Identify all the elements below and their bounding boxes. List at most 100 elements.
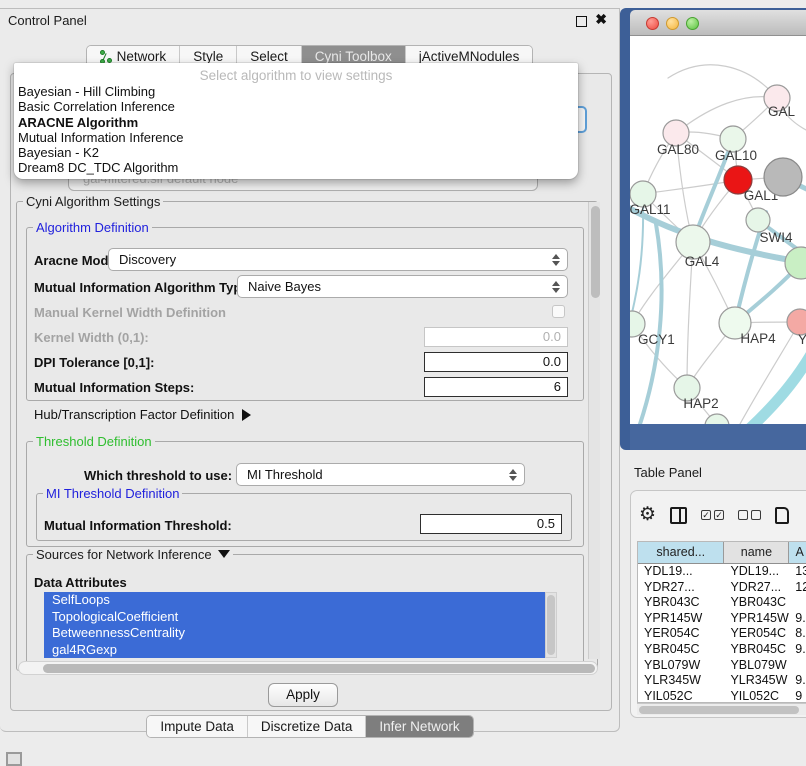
table-row[interactable]: YBR043CYBR043C: [638, 595, 806, 611]
which-threshold-combobox[interactable]: MI Threshold: [236, 463, 525, 486]
data-attributes-label: Data Attributes: [34, 575, 127, 590]
docked-panel-icon[interactable]: [6, 752, 22, 766]
close-window-icon[interactable]: [646, 17, 659, 30]
float-window-icon[interactable]: [576, 16, 587, 27]
combo-spinner-icon: [508, 468, 517, 482]
network-window-titlebar[interactable]: [630, 10, 806, 36]
node-label: HAP2: [683, 396, 718, 411]
column-header[interactable]: A: [789, 542, 806, 563]
table-cell: [789, 658, 806, 674]
network-canvas[interactable]: GALGAL80GAL10GAL1GAL11SWI4GAL4GCY1HAP4YH…: [630, 36, 806, 424]
table-row[interactable]: YER054CYER054C8.: [638, 626, 806, 642]
mi-threshold-field[interactable]: 0.5: [420, 514, 562, 534]
hub-definition-expander[interactable]: Hub/Transcription Factor Definition: [34, 407, 251, 422]
table-row[interactable]: YDR27...YDR27...12: [638, 580, 806, 596]
algorithm-option[interactable]: Basic Correlation Inference: [14, 99, 578, 114]
algorithm-option[interactable]: Bayesian - K2: [14, 145, 578, 160]
document-icon[interactable]: [775, 507, 789, 524]
control-panel-window: Control Panel ✖ NetworkStyleSelectCyni T…: [0, 8, 620, 732]
split-panes-icon[interactable]: [670, 507, 687, 524]
settings-group-title: Cyni Algorithm Settings: [23, 194, 163, 209]
tab-label: Style: [193, 49, 223, 64]
column-header[interactable]: shared...: [638, 542, 724, 563]
table-cell: YER054C: [724, 626, 789, 642]
which-threshold-label: Which threshold to use:: [84, 468, 232, 483]
manual-kernel-checkbox[interactable]: [552, 305, 565, 318]
table-row[interactable]: YPR145WYPR145W9.: [638, 611, 806, 627]
mi-type-combobox[interactable]: Naive Bayes: [237, 275, 568, 298]
threshold-definition-title: Threshold Definition: [33, 434, 155, 449]
table-header-row: shared...nameA: [638, 542, 806, 564]
table-cell: 9.: [789, 673, 806, 689]
column-header[interactable]: name: [724, 542, 789, 563]
data-attributes-list[interactable]: SelfLoopsTopologicalCoefficientBetweenne…: [44, 592, 545, 658]
manual-kernel-label: Manual Kernel Width Definition: [34, 305, 226, 320]
mi-steps-label: Mutual Information Steps:: [34, 380, 194, 395]
dpi-tolerance-field[interactable]: 0.0: [424, 352, 568, 372]
hub-definition-label: Hub/Transcription Factor Definition: [34, 407, 234, 422]
network-node-swi4[interactable]: [746, 208, 770, 232]
collapsed-arrow-icon: [242, 409, 251, 421]
apply-button[interactable]: Apply: [268, 683, 338, 707]
node-label: Y: [798, 332, 806, 347]
table-cell: YBL079W: [638, 658, 724, 674]
close-panel-icon[interactable]: ✖: [595, 11, 607, 28]
table-row[interactable]: YBL079WYBL079W: [638, 658, 806, 674]
mi-type-label: Mutual Information Algorithm Type:: [34, 280, 253, 295]
table-cell: YPR145W: [724, 611, 789, 627]
algorithm-definition-title: Algorithm Definition: [33, 220, 152, 235]
table-toolbar: ⚙ ✓✓: [639, 501, 806, 529]
table-cell: YBR043C: [724, 595, 789, 611]
table-horizontal-scrollbar[interactable]: [637, 703, 806, 715]
attribute-item[interactable]: TopologicalCoefficient: [44, 609, 545, 626]
settings-horizontal-scrollbar[interactable]: [18, 661, 598, 675]
attribute-item[interactable]: gal4RGexp: [44, 642, 545, 659]
control-panel-titlebar[interactable]: Control Panel ✖: [0, 9, 619, 32]
application-root: Control Panel ✖ NetworkStyleSelectCyni T…: [0, 0, 806, 762]
table-cell: YIL052C: [724, 689, 789, 703]
node-label: GCY1: [638, 332, 675, 347]
attribute-item[interactable]: BetweennessCentrality: [44, 625, 545, 642]
tab-discretize-data[interactable]: Discretize Data: [248, 716, 367, 737]
table-row[interactable]: YIL052CYIL052C9: [638, 689, 806, 703]
network-edge: [746, 342, 806, 424]
aracne-mode-combobox[interactable]: Discovery: [108, 248, 568, 271]
table-cell: YER054C: [638, 626, 724, 642]
node-label: GAL10: [715, 148, 757, 163]
tab-label: Select: [250, 49, 288, 64]
table-row[interactable]: YLR345WYLR345W9.: [638, 673, 806, 689]
zoom-window-icon[interactable]: [686, 17, 699, 30]
kernel-width-field[interactable]: 0.0: [424, 327, 568, 347]
network-node[interactable]: [764, 158, 802, 196]
table-cell: YPR145W: [638, 611, 724, 627]
table-cell: YDL19...: [638, 564, 724, 580]
algorithm-option[interactable]: ARACNE Algorithm: [14, 115, 578, 130]
checked-columns-icon[interactable]: ✓✓: [701, 510, 724, 520]
attributes-scrollbar[interactable]: [545, 592, 557, 658]
unchecked-columns-icon[interactable]: [738, 510, 761, 520]
table-cell: YDR27...: [724, 580, 789, 596]
network-edge: [668, 65, 777, 98]
algorithm-option[interactable]: Bayesian - Hill Climbing: [14, 84, 578, 99]
settings-vertical-scrollbar[interactable]: [588, 202, 600, 659]
algorithm-option[interactable]: Dream8 DC_TDC Algorithm: [14, 160, 578, 175]
network-icon: [100, 50, 112, 64]
table-row[interactable]: YDL19...YDL19...13: [638, 564, 806, 580]
sources-group-title[interactable]: Sources for Network Inference: [33, 547, 233, 562]
table-cell: YDL19...: [724, 564, 789, 580]
tab-infer-network[interactable]: Infer Network: [366, 716, 472, 737]
attribute-item[interactable]: SelfLoops: [44, 592, 545, 609]
mi-threshold-label: Mutual Information Threshold:: [44, 518, 232, 533]
which-threshold-value: MI Threshold: [247, 467, 323, 482]
mi-steps-field[interactable]: 6: [424, 377, 568, 397]
node-label: GAL80: [657, 142, 699, 157]
gear-icon[interactable]: ⚙: [639, 505, 656, 525]
table-cell: YBL079W: [724, 658, 789, 674]
minimize-window-icon[interactable]: [666, 17, 679, 30]
tab-impute-data[interactable]: Impute Data: [147, 716, 248, 737]
table-row[interactable]: YBR045CYBR045C9.: [638, 642, 806, 658]
control-panel-title: Control Panel: [8, 13, 87, 28]
algorithm-option[interactable]: Mutual Information Inference: [14, 130, 578, 145]
algorithm-dropdown-prompt: Select algorithm to view settings: [14, 63, 578, 84]
node-label: GAL11: [630, 202, 671, 217]
